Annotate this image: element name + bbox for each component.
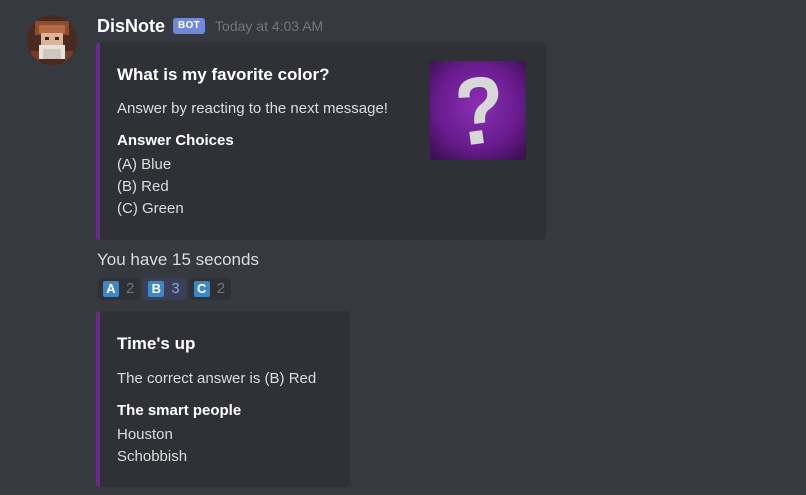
embed-title: Time's up	[117, 334, 196, 353]
avatar[interactable]	[27, 15, 77, 65]
reaction-b[interactable]: B 3	[143, 278, 186, 300]
reaction-count: 3	[171, 280, 180, 297]
bot-tag: BOT	[173, 18, 206, 34]
reactions-bar: A 2 B 3 C 2	[98, 278, 232, 300]
pixel-avatar-icon	[27, 15, 77, 65]
author-name[interactable]: DisNote	[97, 16, 165, 37]
reaction-a[interactable]: A 2	[98, 278, 141, 300]
regional-indicator-a-icon: A	[103, 281, 119, 297]
question-mark-icon	[430, 61, 526, 160]
answer-choice-a: (A) Blue	[117, 156, 172, 173]
field-name: Answer Choices	[117, 132, 234, 149]
person-name: Houston	[117, 426, 173, 443]
message-header: DisNote BOT Today at 4:03 AM	[97, 14, 323, 38]
answer-choice-b: (B) Red	[117, 178, 169, 195]
reaction-count: 2	[216, 280, 226, 297]
embed-title: What is my favorite color?	[117, 65, 330, 84]
embed-description: Answer by reacting to the next message!	[117, 100, 388, 117]
timer-message: You have 15 seconds	[97, 250, 259, 269]
regional-indicator-b-icon: B	[148, 281, 165, 297]
field-name: The smart people	[117, 402, 242, 419]
embed-thumbnail[interactable]	[430, 61, 526, 160]
answer-choice-c: (C) Green	[117, 200, 184, 217]
reaction-c[interactable]: C 2	[188, 278, 232, 300]
question-embed: What is my favorite color? Answer by rea…	[96, 42, 546, 240]
regional-indicator-c-icon: C	[193, 281, 210, 297]
message-timestamp[interactable]: Today at 4:03 AM	[215, 18, 323, 34]
person-name: Schobbish	[117, 448, 188, 465]
reaction-count: 2	[126, 280, 135, 297]
result-embed: Time's up The correct answer is (B) Red …	[96, 311, 350, 487]
embed-description: The correct answer is (B) Red	[117, 370, 317, 387]
